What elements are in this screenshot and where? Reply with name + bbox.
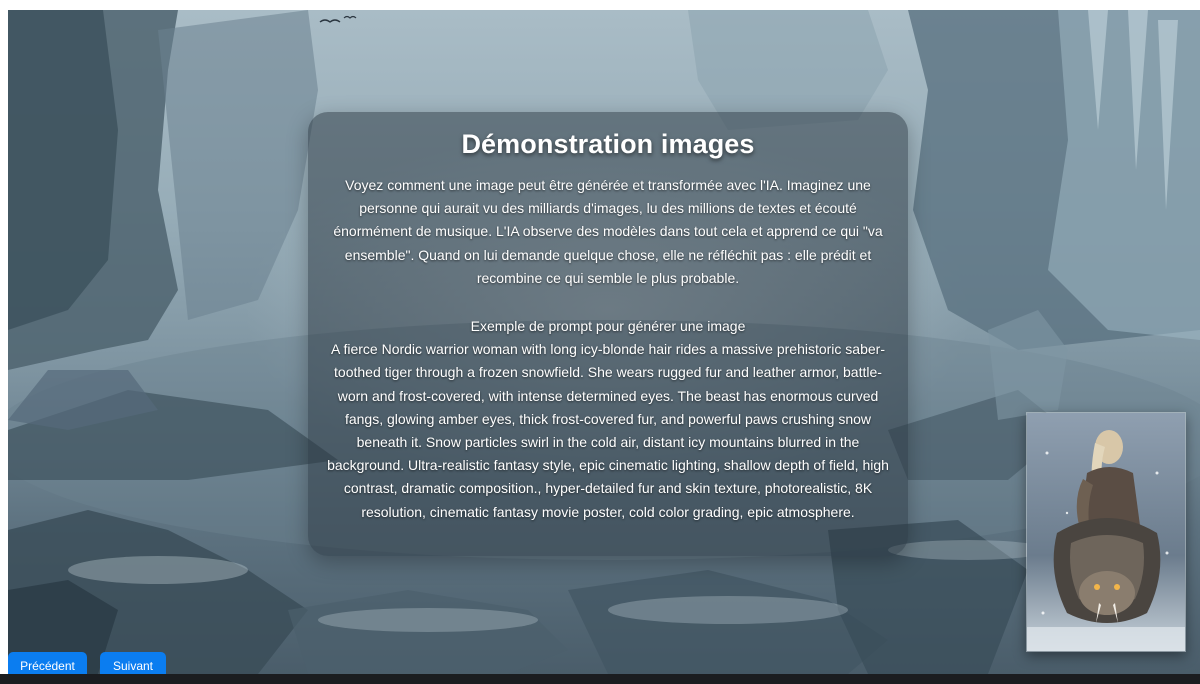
content-panel: Démonstration images Voyez comment une i…: [308, 112, 908, 556]
next-button[interactable]: Suivant: [100, 652, 166, 674]
slide-stage: Démonstration images Voyez comment une i…: [8, 10, 1200, 674]
prompt-example-text: A fierce Nordic warrior woman with long …: [327, 341, 889, 520]
prompt-heading: Exemple de prompt pour générer une image: [470, 318, 746, 335]
previous-button[interactable]: Précédent: [8, 652, 87, 674]
bottom-edge-bar: [0, 674, 1200, 684]
intro-paragraph: Voyez comment une image peut être généré…: [333, 177, 883, 286]
warrior-sabertooth-image: [1027, 413, 1185, 651]
page-title: Démonstration images: [461, 129, 755, 159]
generated-image-thumbnail: [1026, 412, 1186, 652]
